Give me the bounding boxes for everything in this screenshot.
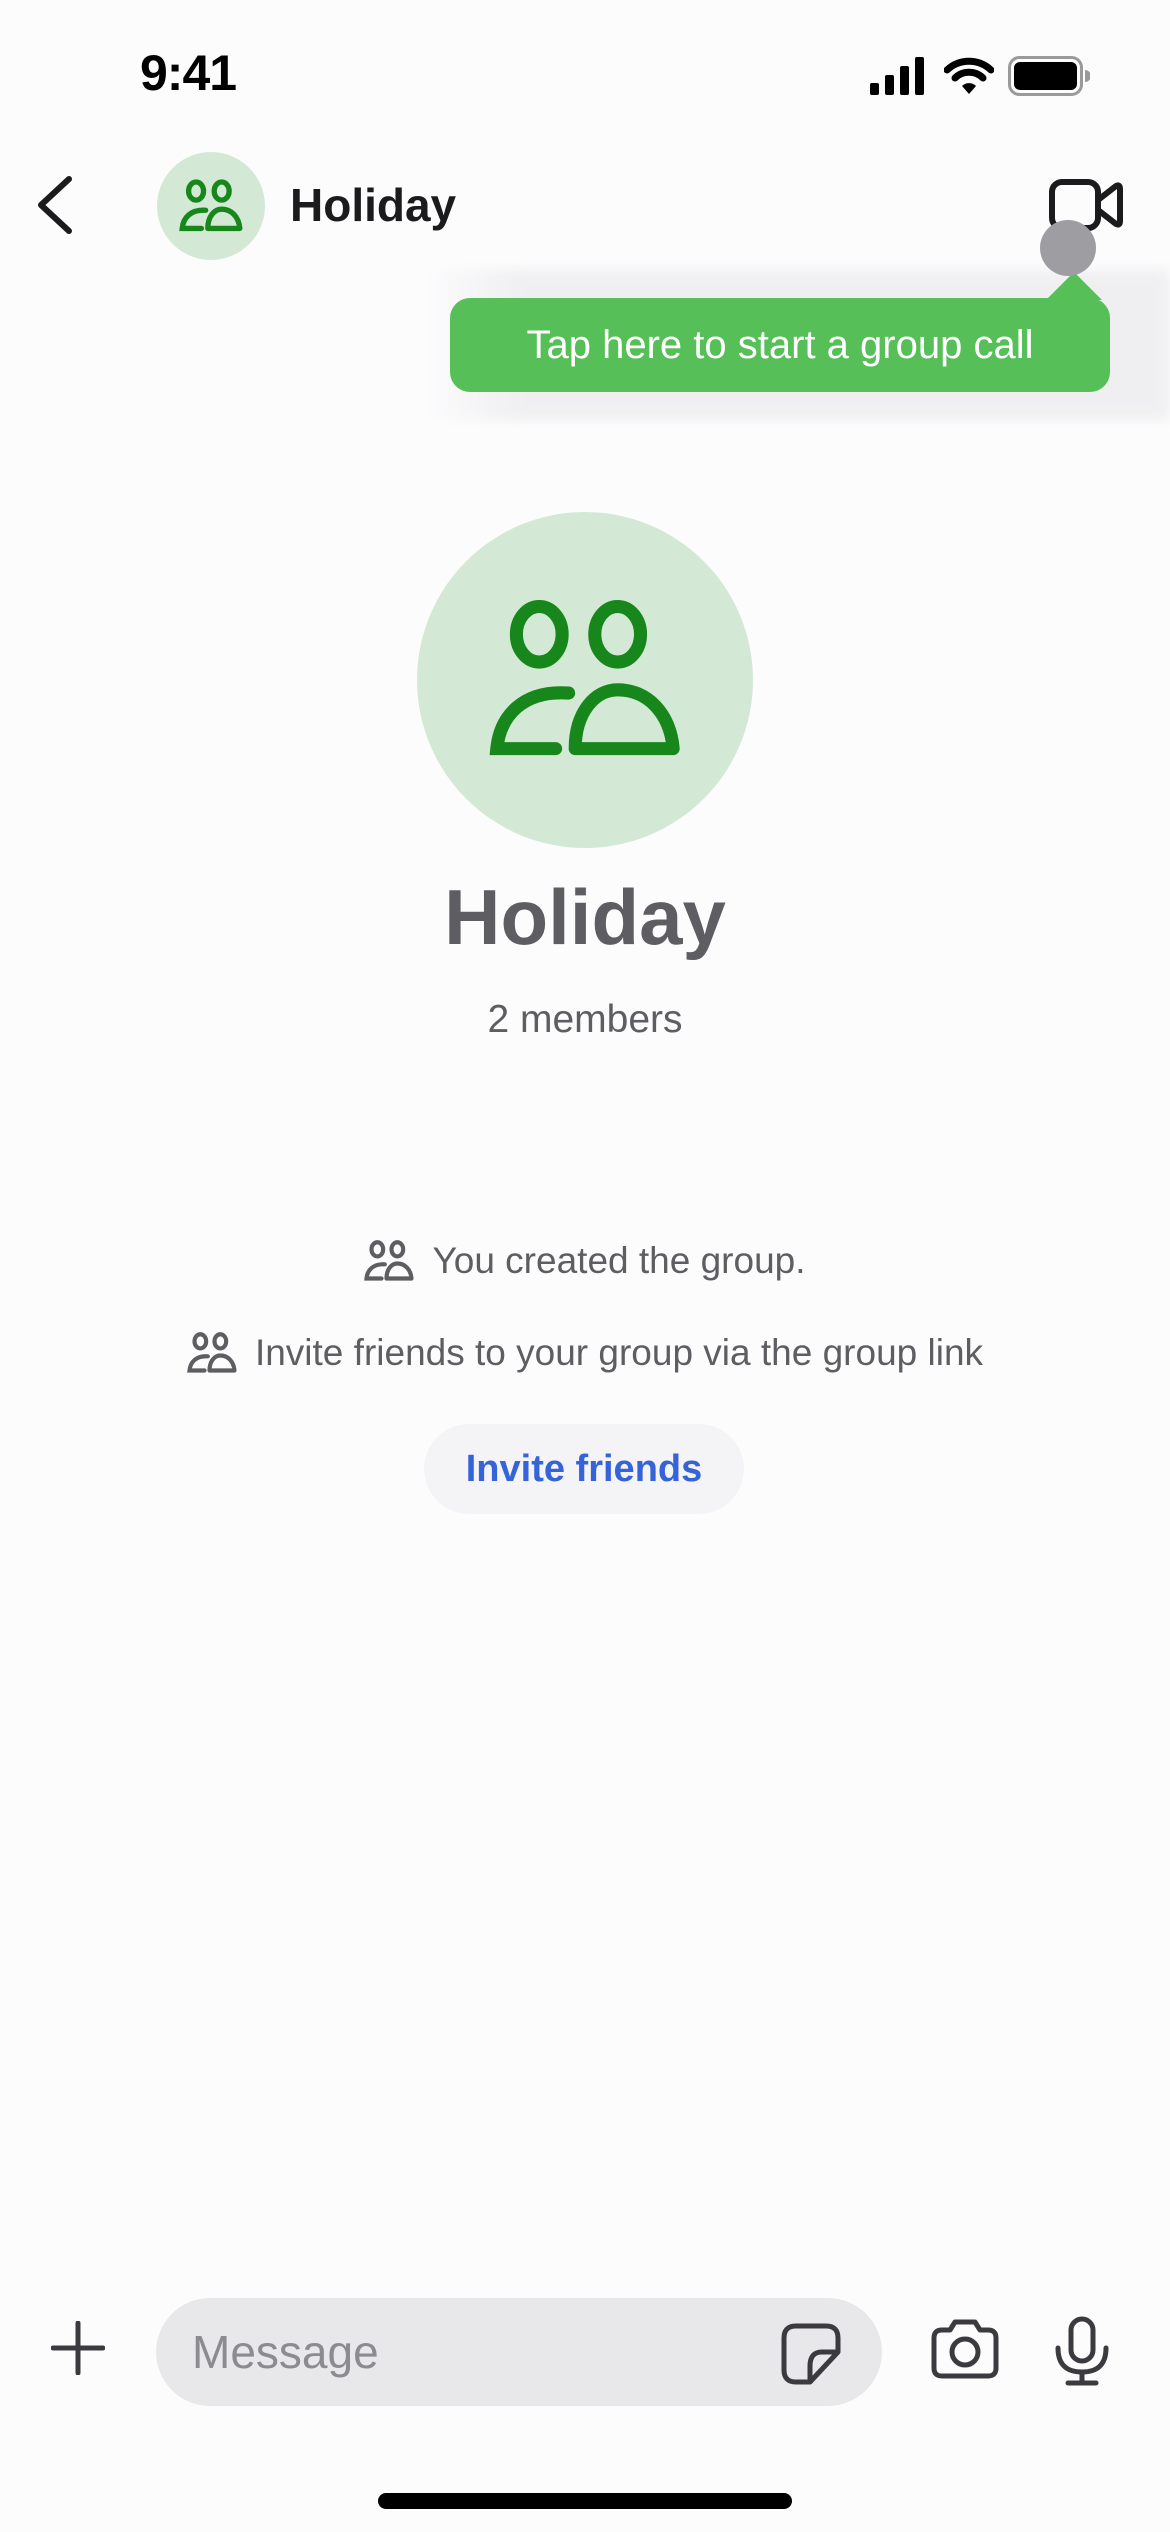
home-indicator[interactable] — [378, 2493, 792, 2509]
attach-button[interactable] — [40, 2310, 116, 2386]
group-name: Holiday — [444, 873, 726, 961]
tooltip-arrow — [1046, 272, 1102, 300]
event-text: Invite friends to your group via the gro… — [254, 1332, 984, 1373]
header-avatar[interactable] — [157, 152, 265, 260]
event-text: You created the group. — [432, 1240, 806, 1281]
event-group-created: You created the group. — [0, 1240, 1170, 1282]
group-icon — [179, 179, 243, 232]
group-icon — [364, 1240, 415, 1281]
cellular-signal-icon — [870, 57, 924, 95]
group-icon — [489, 599, 680, 756]
touch-indicator — [1040, 220, 1096, 276]
plus-icon — [51, 2321, 105, 2375]
group-icon — [187, 1332, 237, 1373]
camera-icon — [931, 2319, 999, 2379]
group-call-tooltip[interactable]: Tap here to start a group call — [450, 298, 1110, 392]
event-invite-hint: Invite friends to your group via the gro… — [0, 1332, 1170, 1374]
member-count: 2 members — [487, 998, 683, 1041]
sticker-icon — [781, 2323, 841, 2385]
back-button[interactable] — [20, 170, 90, 240]
chevron-left-icon — [38, 176, 72, 234]
status-icons — [870, 56, 1090, 96]
group-avatar-large[interactable] — [417, 512, 753, 848]
message-field[interactable] — [156, 2298, 882, 2406]
battery-icon — [1008, 56, 1090, 96]
status-time: 9:41 — [140, 45, 237, 101]
microphone-icon — [1055, 2316, 1109, 2386]
message-input[interactable] — [192, 2298, 752, 2406]
invite-friends-button[interactable]: Invite friends — [424, 1424, 744, 1514]
camera-button[interactable] — [930, 2316, 1000, 2386]
tooltip-text: Tap here to start a group call — [526, 322, 1034, 367]
microphone-button[interactable] — [1052, 2316, 1118, 2388]
sticker-button[interactable] — [780, 2322, 844, 2386]
header-title[interactable]: Holiday — [290, 178, 456, 232]
wifi-icon — [944, 57, 994, 94]
